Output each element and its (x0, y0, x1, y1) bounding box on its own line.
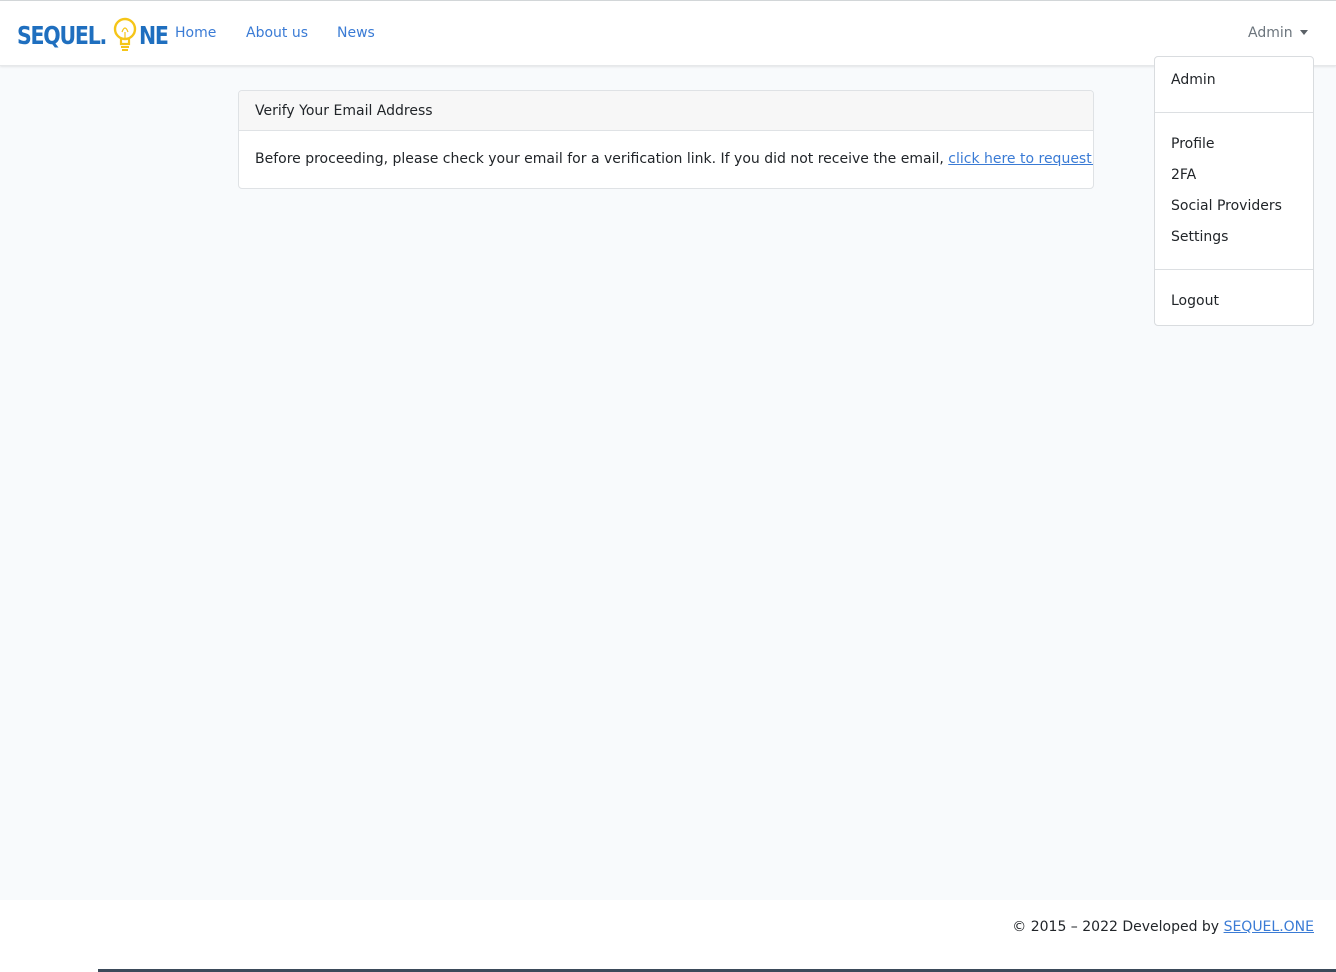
card-body-text: Before proceeding, please check your ema… (255, 151, 944, 167)
user-menu-label: Admin (1248, 25, 1293, 41)
user-dropdown-menu: Admin Profile 2FA Social Providers Setti… (1154, 56, 1314, 326)
resend-verification-link[interactable]: click here to request another (948, 151, 1093, 167)
footer-copyright: © 2015 – 2022 Developed by (1012, 919, 1220, 935)
dropdown-divider (1155, 112, 1313, 113)
nav-link-about-us[interactable]: About us (246, 25, 308, 41)
top-navbar: SEQUEL. NE Home About us News Admin (0, 1, 1336, 66)
dropdown-item-social-providers[interactable]: Social Providers (1171, 198, 1282, 214)
user-menu-toggle[interactable]: Admin (1248, 25, 1308, 41)
dropdown-item-settings[interactable]: Settings (1171, 229, 1228, 245)
caret-down-icon (1299, 29, 1308, 35)
brand-name-left: SEQUEL. (17, 20, 107, 50)
brand-logo[interactable]: SEQUEL. NE (17, 15, 174, 55)
footer-text: © 2015 – 2022 Developed by SEQUEL.ONE (1012, 919, 1314, 935)
dropdown-item-logout[interactable]: Logout (1171, 293, 1219, 309)
footer-link-sequel-one[interactable]: SEQUEL.ONE (1224, 919, 1314, 935)
nav-link-home[interactable]: Home (175, 25, 216, 41)
dropdown-item-profile[interactable]: Profile (1171, 136, 1215, 152)
dropdown-item-2fa[interactable]: 2FA (1171, 167, 1196, 183)
page-footer: © 2015 – 2022 Developed by SEQUEL.ONE (0, 900, 1336, 972)
brand-name-right: NE (138, 20, 169, 50)
dropdown-header-admin[interactable]: Admin (1171, 72, 1216, 88)
nav-link-news[interactable]: News (337, 25, 375, 41)
card-body: Before proceeding, please check your ema… (255, 151, 1093, 167)
card-header: Verify Your Email Address (239, 91, 1093, 131)
lightbulb-icon (113, 17, 136, 51)
verify-email-card: Verify Your Email Address Before proceed… (238, 90, 1094, 189)
card-title: Verify Your Email Address (255, 103, 433, 119)
dropdown-divider (1155, 269, 1313, 270)
